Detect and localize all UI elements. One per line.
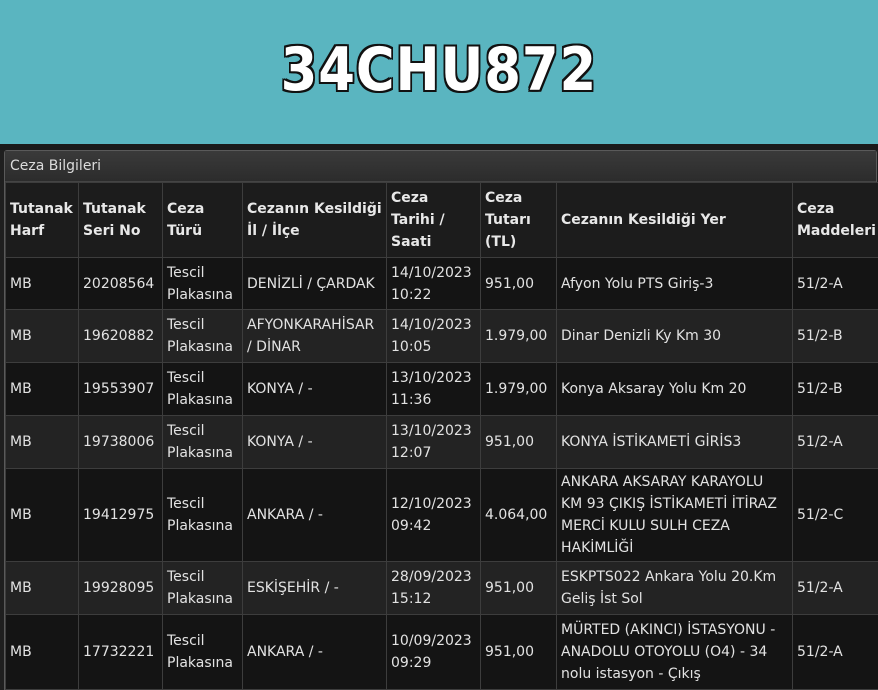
table-cell: AFYONKARAHİSAR / DİNAR bbox=[243, 310, 387, 363]
table-cell: 17732221 bbox=[79, 615, 163, 690]
table-cell: Tescil Plakasına bbox=[163, 469, 243, 562]
table-cell: 13/10/2023 11:36 bbox=[387, 363, 481, 416]
table-row: MB19620882Tescil PlakasınaAFYONKARAHİSAR… bbox=[6, 310, 878, 363]
column-header: Cezanın Kesildiği Yer bbox=[557, 183, 793, 258]
table-cell: KONYA / - bbox=[243, 363, 387, 416]
fines-table: Tutanak Harf Tutanak Seri No Ceza Türü C… bbox=[5, 182, 878, 690]
table-cell: 951,00 bbox=[481, 562, 557, 615]
table-cell: 951,00 bbox=[481, 615, 557, 690]
column-header: Ceza Türü bbox=[163, 183, 243, 258]
table-cell: 51/2-A bbox=[793, 562, 878, 615]
panel-title: Ceza Bilgileri bbox=[5, 151, 876, 182]
table-cell: 19553907 bbox=[79, 363, 163, 416]
table-cell: MÜRTED (AKINCI) İSTASYONU - ANADOLU OTOY… bbox=[557, 615, 793, 690]
table-cell: Afyon Yolu PTS Giriş-3 bbox=[557, 258, 793, 310]
table-cell: Dinar Denizli Ky Km 30 bbox=[557, 310, 793, 363]
plate-header: 34CHU872 bbox=[0, 0, 878, 144]
table-cell: 51/2-B bbox=[793, 363, 878, 416]
table-cell: 28/09/2023 15:12 bbox=[387, 562, 481, 615]
table-cell: 20208564 bbox=[79, 258, 163, 310]
table-cell: ESKPTS022 Ankara Yolu 20.Km Geliş İst So… bbox=[557, 562, 793, 615]
table-cell: 1.979,00 bbox=[481, 310, 557, 363]
table-row: MB19928095Tescil PlakasınaESKİŞEHİR / -2… bbox=[6, 562, 878, 615]
table-cell: 19412975 bbox=[79, 469, 163, 562]
table-row: MB19738006Tescil PlakasınaKONYA / -13/10… bbox=[6, 416, 878, 469]
table-cell: KONYA İSTİKAMETİ GİRİS3 bbox=[557, 416, 793, 469]
table-cell: 13/10/2023 12:07 bbox=[387, 416, 481, 469]
table-cell: 51/2-B bbox=[793, 310, 878, 363]
table-row: MB20208564Tescil PlakasınaDENİZLİ / ÇARD… bbox=[6, 258, 878, 310]
table-cell: Tescil Plakasına bbox=[163, 258, 243, 310]
column-header: Ceza Maddeleri bbox=[793, 183, 878, 258]
table-cell: Tescil Plakasına bbox=[163, 562, 243, 615]
table-cell: MB bbox=[6, 363, 79, 416]
table-cell: ANKARA / - bbox=[243, 469, 387, 562]
table-cell: Tescil Plakasına bbox=[163, 615, 243, 690]
column-header: Tutanak Harf bbox=[6, 183, 79, 258]
fines-panel: Ceza Bilgileri Tutanak Harf Tutanak Seri… bbox=[4, 150, 877, 690]
column-header: Tutanak Seri No bbox=[79, 183, 163, 258]
column-header: Cezanın Kesildiği İl / İlçe bbox=[243, 183, 387, 258]
table-cell: ANKARA AKSARAY KARAYOLU KM 93 ÇIKIŞ İSTİ… bbox=[557, 469, 793, 562]
table-cell: ESKİŞEHİR / - bbox=[243, 562, 387, 615]
table-cell: 951,00 bbox=[481, 416, 557, 469]
table-cell: 51/2-A bbox=[793, 416, 878, 469]
table-cell: 951,00 bbox=[481, 258, 557, 310]
plate-number: 34CHU872 bbox=[281, 35, 598, 105]
table-row: MB19553907Tescil PlakasınaKONYA / -13/10… bbox=[6, 363, 878, 416]
table-cell: 12/10/2023 09:42 bbox=[387, 469, 481, 562]
column-header: Ceza Tutarı (TL) bbox=[481, 183, 557, 258]
table-cell: 19928095 bbox=[79, 562, 163, 615]
table-cell: 19620882 bbox=[79, 310, 163, 363]
table-cell: Konya Aksaray Yolu Km 20 bbox=[557, 363, 793, 416]
table-cell: 10/09/2023 09:29 bbox=[387, 615, 481, 690]
table-cell: 51/2-A bbox=[793, 258, 878, 310]
table-header-row: Tutanak Harf Tutanak Seri No Ceza Türü C… bbox=[6, 183, 878, 258]
table-cell: 14/10/2023 10:22 bbox=[387, 258, 481, 310]
table-cell: 4.064,00 bbox=[481, 469, 557, 562]
table-cell: MB bbox=[6, 469, 79, 562]
table-cell: MB bbox=[6, 258, 79, 310]
table-cell: 51/2-A bbox=[793, 615, 878, 690]
table-cell: ANKARA / - bbox=[243, 615, 387, 690]
table-row: MB19412975Tescil PlakasınaANKARA / -12/1… bbox=[6, 469, 878, 562]
table-cell: Tescil Plakasına bbox=[163, 416, 243, 469]
table-cell: DENİZLİ / ÇARDAK bbox=[243, 258, 387, 310]
table-cell: 1.979,00 bbox=[481, 363, 557, 416]
table-cell: Tescil Plakasına bbox=[163, 310, 243, 363]
table-row: MB17732221Tescil PlakasınaANKARA / -10/0… bbox=[6, 615, 878, 690]
table-cell: 14/10/2023 10:05 bbox=[387, 310, 481, 363]
table-cell: 51/2-C bbox=[793, 469, 878, 562]
table-cell: MB bbox=[6, 615, 79, 690]
table-cell: KONYA / - bbox=[243, 416, 387, 469]
column-header: Ceza Tarihi / Saati bbox=[387, 183, 481, 258]
table-cell: Tescil Plakasına bbox=[163, 363, 243, 416]
table-cell: 19738006 bbox=[79, 416, 163, 469]
table-cell: MB bbox=[6, 310, 79, 363]
table-cell: MB bbox=[6, 562, 79, 615]
table-cell: MB bbox=[6, 416, 79, 469]
